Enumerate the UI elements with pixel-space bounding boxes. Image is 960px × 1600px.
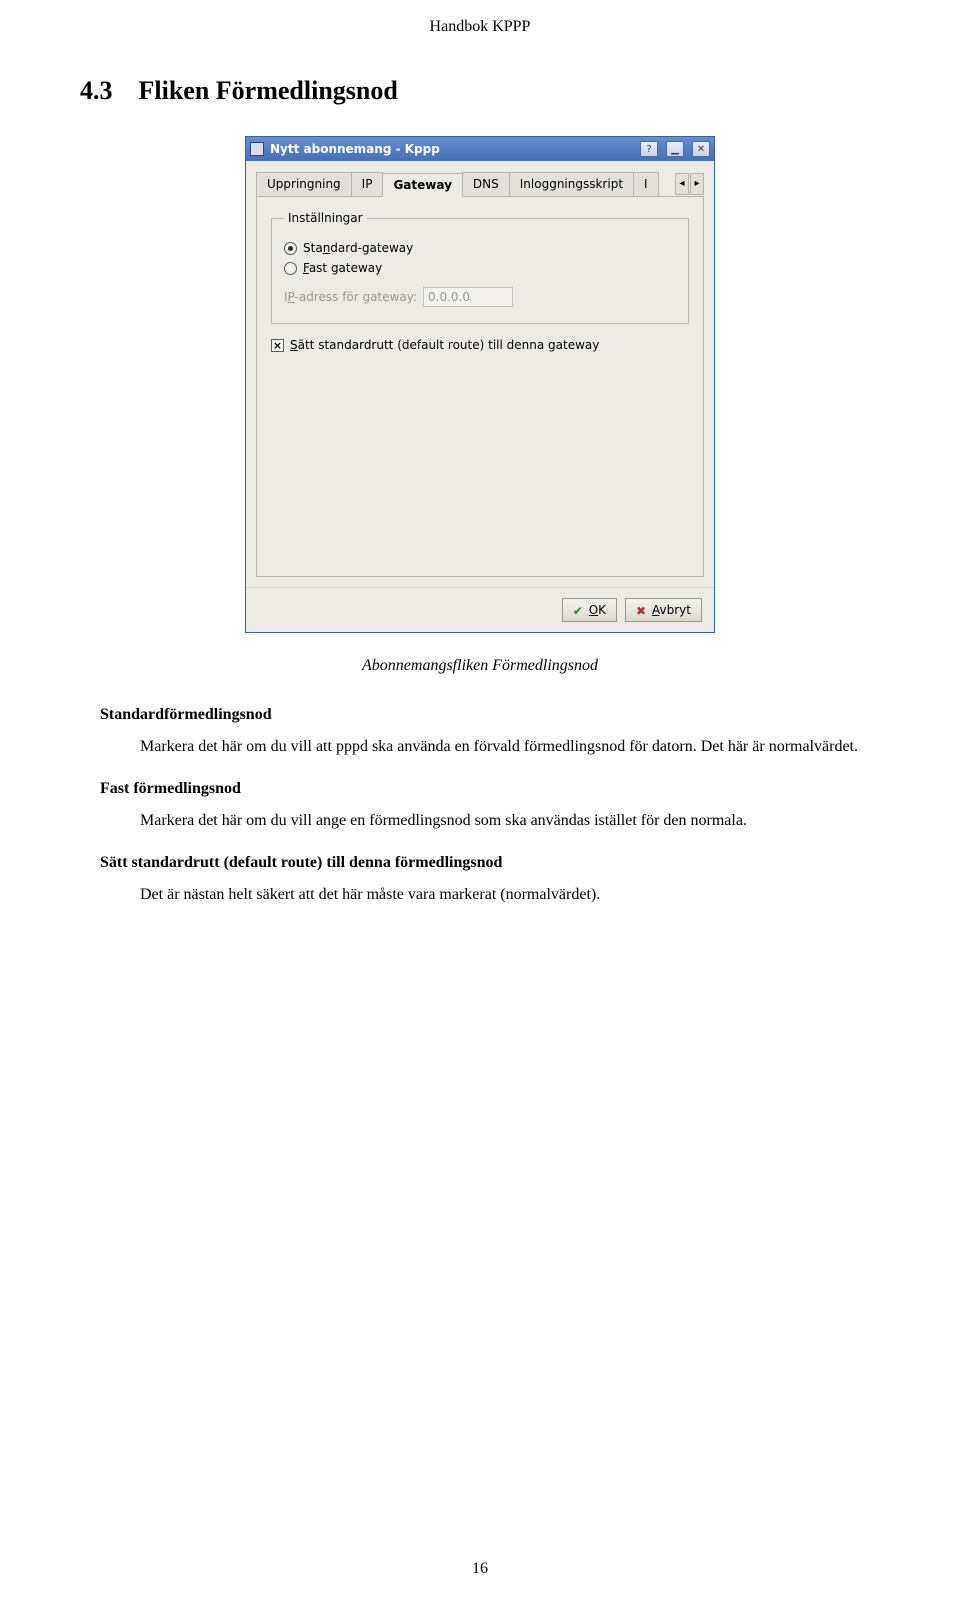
checkbox-icon — [271, 339, 284, 352]
screenshot-container: Nytt abonnemang - Kppp ? ▁ ✕ Uppringning… — [0, 136, 960, 633]
txt: vbryt — [660, 603, 691, 617]
tab-inloggningsskript[interactable]: Inloggningsskript — [509, 172, 634, 196]
term-fast: Fast förmedlingsnod — [100, 777, 860, 801]
mnemonic: S — [290, 338, 298, 352]
mnemonic: P — [288, 290, 295, 304]
cancel-icon: ✖ — [636, 604, 648, 616]
radio-standard-gateway[interactable]: Standard-gateway — [284, 241, 676, 255]
txt: dard-gateway — [330, 241, 413, 255]
radio-icon — [284, 262, 297, 275]
def-defaultroute: Det är nästan helt säkert att det här må… — [140, 883, 860, 907]
tab-gateway[interactable]: Gateway — [382, 173, 462, 197]
txt: Sta — [303, 241, 323, 255]
titlebar: Nytt abonnemang - Kppp ? ▁ ✕ — [246, 137, 714, 161]
tab-overflow[interactable]: I — [633, 172, 659, 196]
txt: K — [598, 603, 606, 617]
ok-icon: ✔ — [573, 604, 585, 616]
help-button[interactable]: ? — [640, 141, 658, 157]
tab-uppringning[interactable]: Uppringning — [256, 172, 352, 196]
radio-fast-gateway[interactable]: Fast gateway — [284, 261, 676, 275]
dialog-window: Nytt abonnemang - Kppp ? ▁ ✕ Uppringning… — [245, 136, 715, 633]
cancel-label: Avbryt — [652, 603, 691, 617]
def-fast: Markera det här om du vill ange en förme… — [140, 809, 860, 833]
def-standard: Markera det här om du vill att pppd ska … — [140, 735, 860, 759]
fieldset-legend: Inställningar — [284, 211, 367, 225]
radio-icon — [284, 242, 297, 255]
definition-list: Standardförmedlingsnod Markera det här o… — [100, 703, 860, 907]
radio-fast-label: Fast gateway — [303, 261, 382, 275]
tab-scroll-right[interactable]: ▸ — [690, 173, 704, 195]
section-number: 4.3 — [80, 76, 113, 105]
close-button[interactable]: ✕ — [692, 141, 710, 157]
tab-panel-gateway: Inställningar Standard-gateway Fast gate… — [256, 197, 704, 577]
ip-address-row: IP-adress för gateway: 0.0.0.0 — [284, 287, 676, 307]
mnemonic: A — [652, 603, 660, 617]
page-header: Handbok KPPP — [0, 0, 960, 36]
radio-standard-label: Standard-gateway — [303, 241, 413, 255]
section-title: 4.3 Fliken Förmedlingsnod — [0, 36, 960, 106]
tab-scroll-left[interactable]: ◂ — [675, 173, 689, 195]
page-number: 16 — [0, 1560, 960, 1578]
window-body: Uppringning IP Gateway DNS Inloggningssk… — [246, 161, 714, 587]
minimize-button[interactable]: ▁ — [666, 141, 684, 157]
txt: -adress för gateway: — [295, 290, 417, 304]
cancel-button[interactable]: ✖ Avbryt — [625, 598, 702, 622]
txt: ast gateway — [309, 261, 382, 275]
ok-label: OK — [589, 603, 606, 617]
figure-caption: Abonnemangsfliken Förmedlingsnod — [0, 657, 960, 675]
term-standard: Standardförmedlingsnod — [100, 703, 860, 727]
tab-ip[interactable]: IP — [351, 172, 384, 196]
ip-address-input: 0.0.0.0 — [423, 287, 513, 307]
default-route-checkbox-row[interactable]: Sätt standardrutt (default route) till d… — [271, 338, 689, 352]
window-title: Nytt abonnemang - Kppp — [270, 142, 632, 156]
settings-fieldset: Inställningar Standard-gateway Fast gate… — [271, 211, 689, 324]
tab-bar: Uppringning IP Gateway DNS Inloggningssk… — [256, 171, 704, 197]
default-route-label: Sätt standardrutt (default route) till d… — [290, 338, 599, 352]
tab-dns[interactable]: DNS — [462, 172, 510, 196]
section-heading: Fliken Förmedlingsnod — [139, 76, 398, 105]
term-defaultroute: Sätt standardrutt (default route) till d… — [100, 851, 860, 875]
mnemonic: O — [589, 603, 598, 617]
app-icon — [250, 142, 264, 156]
ok-button[interactable]: ✔ OK — [562, 598, 617, 622]
dialog-button-row: ✔ OK ✖ Avbryt — [246, 587, 714, 632]
ip-label: IP-adress för gateway: — [284, 290, 417, 304]
txt: ätt standardrutt (default route) till de… — [298, 338, 600, 352]
